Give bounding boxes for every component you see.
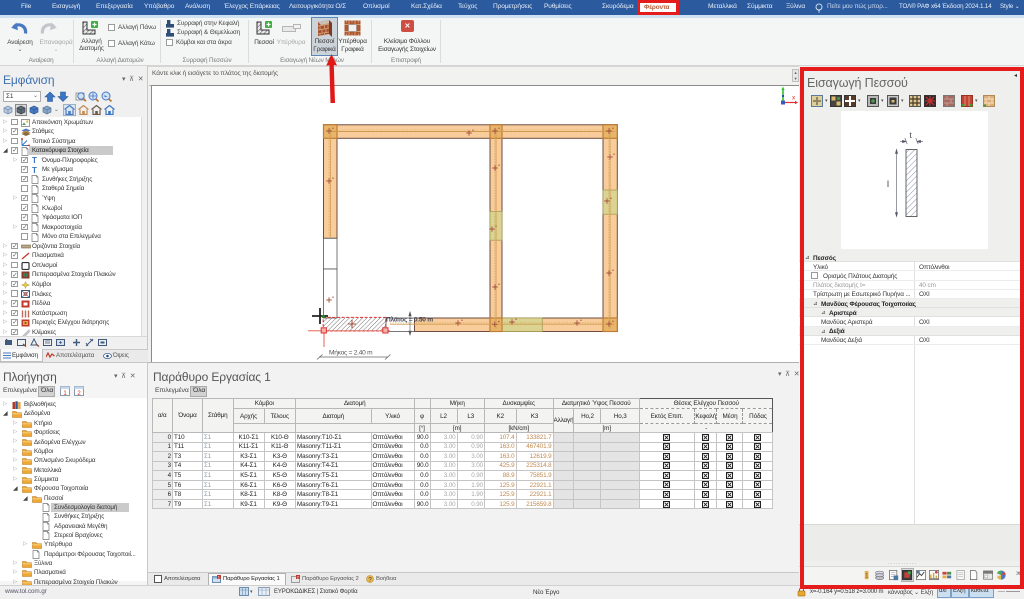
svg-text:Μήκος = 2.40 m: Μήκος = 2.40 m [329,350,373,357]
svg-text:Πλάτος = 0.50 m: Πλάτος = 0.50 m [386,316,433,324]
